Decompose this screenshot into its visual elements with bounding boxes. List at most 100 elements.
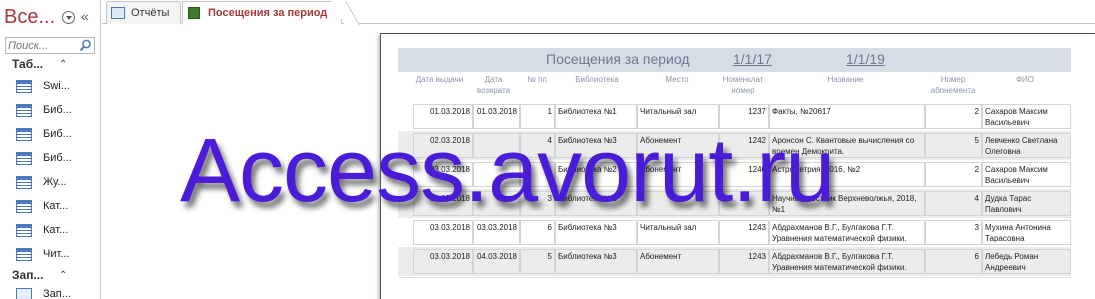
item-title: Астрометрия, 2016, №2 — [769, 162, 925, 187]
row-number: 6 — [520, 220, 555, 245]
access-window: Все... « Таб... ⌃ Swi... Биб... Биб... Б… — [0, 0, 1095, 299]
nav-item-label: Кат... — [43, 224, 69, 236]
place: Абонемент — [637, 133, 719, 158]
nav-item-label: Биб... — [43, 128, 72, 140]
table-row: 03.03.2018 03.03.2018 6 Библиотека №3 Чи… — [398, 218, 1071, 247]
nav-item-table[interactable]: Кат... — [16, 198, 96, 216]
nav-item-label: Биб... — [43, 152, 72, 164]
table-icon — [16, 80, 32, 93]
issue-date: 01.03.2018 — [413, 104, 473, 129]
ticket-number: 6 — [925, 249, 982, 274]
report-header: Посещения за период 1/1/17 1/1/19 — [398, 48, 1071, 72]
row-number: 5 — [520, 249, 555, 274]
date-from: 1/1/17 — [733, 51, 772, 67]
item-code — [719, 191, 769, 216]
nav-item-query[interactable]: Зап... — [16, 286, 96, 299]
column-header: Номенклат номер — [722, 75, 764, 95]
reader-name: Мухина Антонина Тарасовна — [982, 220, 1071, 245]
nav-item-label: Жу... — [43, 176, 67, 188]
issue-date: 03.03.2018 — [413, 249, 473, 274]
issue-date: 03.03.2018 — [413, 162, 473, 187]
item-title: Абдрахманов В.Г., Булгакова Г.Т. Уравнен… — [769, 220, 925, 245]
chevron-up-icon[interactable]: ⌃ — [59, 270, 67, 281]
search-input[interactable] — [8, 39, 78, 52]
return-date: 03.03.2018 — [473, 220, 520, 245]
ticket-number: 2 — [925, 162, 982, 187]
table-icon — [16, 248, 32, 261]
collapse-pane-icon[interactable]: « — [81, 8, 89, 24]
table-icon — [16, 224, 32, 237]
table-row: 01.03.2018 01.03.2018 1 Библиотека №1 Чи… — [398, 102, 1071, 131]
nav-item-table[interactable]: Жу... — [16, 174, 96, 192]
tab-label: Отчёты — [131, 7, 170, 19]
return-date — [473, 133, 520, 158]
table-row: 02.03.2018 4 Библиотека №3 Абонемент 124… — [398, 131, 1071, 160]
report-page: Посещения за период 1/1/17 1/1/19 Дата в… — [380, 33, 1095, 299]
row-number: 1 — [520, 104, 555, 129]
return-date: 04.03.2018 — [473, 249, 520, 274]
nav-item-table[interactable]: Кат... — [16, 222, 96, 240]
nav-group-tables[interactable]: Таб... — [12, 57, 43, 71]
query-icon — [16, 288, 32, 299]
column-header: Название — [827, 75, 864, 84]
table-row: 03.03.2018 3 Библиотека №2 Научный вестн… — [398, 189, 1071, 218]
tab-visits-report[interactable]: Посещения за период — [182, 1, 342, 24]
reader-name: Левченко Светлана Олеговна — [982, 133, 1071, 158]
nav-item-table[interactable]: Чит... — [16, 246, 96, 264]
table-icon — [16, 200, 32, 213]
issue-date: 03.03.2018 — [413, 220, 473, 245]
place: Читальный зал — [637, 220, 719, 245]
return-date — [473, 191, 520, 216]
item-title: Научный вестник Верхневолжья, 2018, №1 — [769, 191, 925, 216]
report-title: Посещения за период — [546, 51, 690, 67]
report-icon — [188, 7, 200, 19]
tab-label: Посещения за период — [208, 7, 328, 19]
ticket-number: 3 — [925, 220, 982, 245]
library: Библиотека №3 — [555, 133, 637, 158]
item-title: Абдрахманов В.Г., Булгакова Г.Т. Уравнен… — [769, 249, 925, 274]
nav-item-table[interactable]: Swi... — [16, 78, 96, 96]
library: Библиотека №2 — [555, 162, 637, 187]
nav-item-label: Чит... — [43, 248, 70, 260]
table-icon — [16, 152, 32, 165]
column-header: Дата выдачи — [415, 75, 464, 84]
item-code: 1240 — [719, 162, 769, 187]
nav-item-table[interactable]: Биб... — [16, 102, 96, 120]
chevron-up-icon[interactable]: ⌃ — [59, 59, 67, 70]
column-header: Номер абонемента — [930, 75, 976, 95]
place: Абонемент — [637, 249, 719, 274]
library: Библиотека №1 — [555, 104, 637, 129]
return-date — [473, 162, 520, 187]
reader-name: Дудка Тарас Павлович — [982, 191, 1071, 216]
nav-item-table[interactable]: Биб... — [16, 126, 96, 144]
report-bottom-divider — [398, 277, 1071, 278]
column-header: Место — [665, 75, 689, 84]
library: Библиотека №3 — [555, 220, 637, 245]
item-code: 1237 — [719, 104, 769, 129]
chevron-down-icon[interactable] — [62, 11, 75, 24]
table-icon — [16, 176, 32, 189]
report-list-icon — [111, 7, 125, 19]
column-header: ФИО — [1015, 75, 1035, 84]
nav-item-label: Swi... — [43, 80, 70, 92]
table-icon — [16, 128, 32, 141]
row-number: 4 — [520, 133, 555, 158]
table-row: 03.03.2018 Библиотека №2 Абонемент 1240 … — [398, 160, 1071, 189]
place: Абонемент — [637, 162, 719, 187]
nav-pane-title[interactable]: Все... — [4, 6, 55, 29]
nav-item-table[interactable]: Биб... — [16, 150, 96, 168]
item-title: Факты, №20617 — [769, 104, 925, 129]
item-code: 1242 — [719, 133, 769, 158]
library: Библиотека №2 — [555, 191, 637, 216]
tab-reports[interactable]: Отчёты — [106, 1, 181, 24]
item-code: 1243 — [719, 220, 769, 245]
reader-name: Сахаров Максим Васильевич — [982, 104, 1071, 129]
issue-date: 02.03.2018 — [413, 133, 473, 158]
nav-group-queries[interactable]: Зап... — [12, 268, 43, 282]
nav-item-label: Кат... — [43, 200, 69, 212]
column-header: № пп — [527, 75, 547, 84]
reader-name: Лебедь Роман Андреевич — [982, 249, 1071, 274]
date-to: 1/1/19 — [846, 51, 885, 67]
item-title: Аронсон С. Квантовые вычисления со време… — [769, 133, 925, 158]
search-icon[interactable] — [79, 39, 92, 52]
